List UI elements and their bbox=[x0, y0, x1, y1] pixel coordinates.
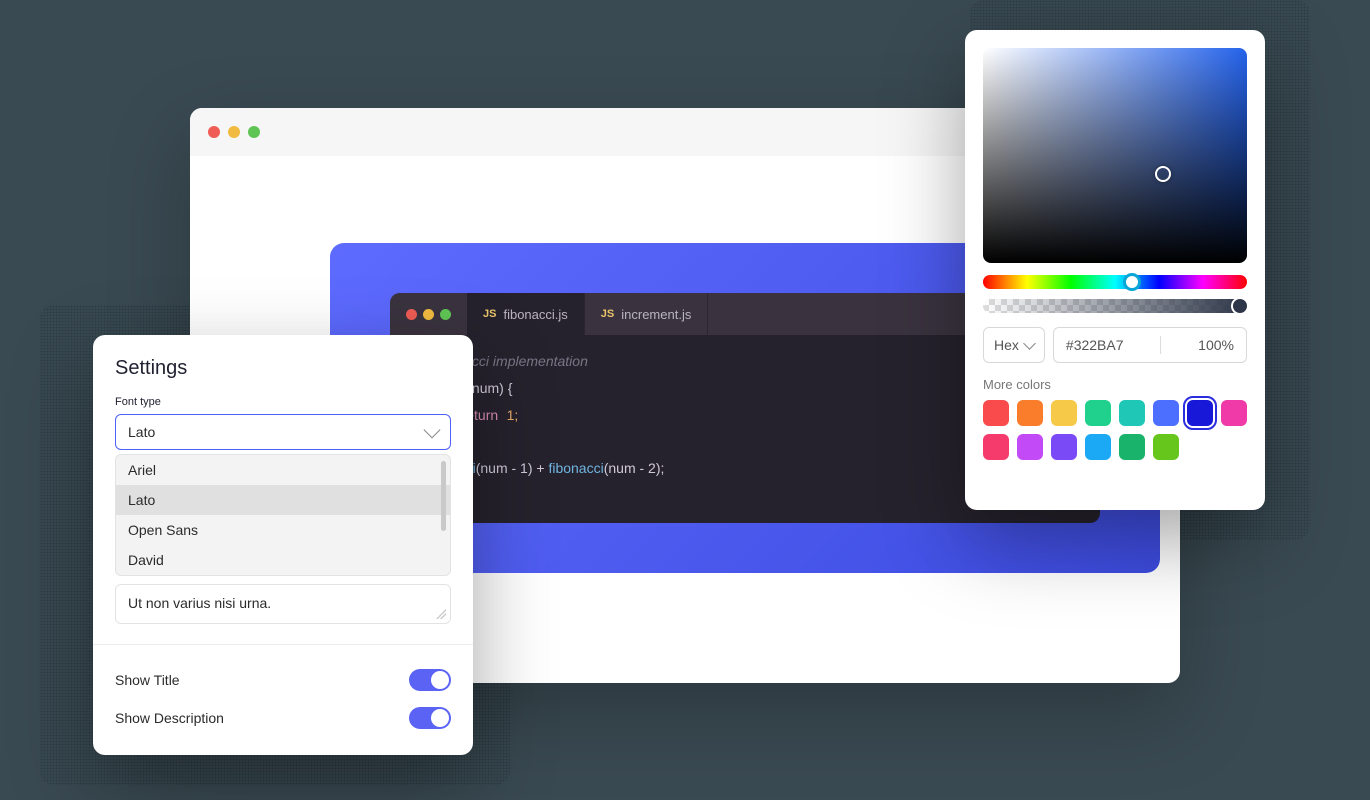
js-file-icon: JS bbox=[601, 308, 614, 320]
color-swatch[interactable] bbox=[983, 434, 1009, 460]
settings-title: Settings bbox=[115, 357, 451, 380]
color-swatch[interactable] bbox=[983, 400, 1009, 426]
font-type-label: Font type bbox=[115, 396, 451, 408]
saturation-handle[interactable] bbox=[1155, 166, 1171, 182]
alpha-slider[interactable] bbox=[983, 299, 1247, 313]
color-swatch[interactable] bbox=[1085, 434, 1111, 460]
tab-label: increment.js bbox=[621, 307, 691, 322]
saturation-field[interactable] bbox=[983, 48, 1247, 263]
color-swatch[interactable] bbox=[1153, 400, 1179, 426]
color-swatch[interactable] bbox=[1153, 434, 1179, 460]
editor-tabs: JS fibonacci.js JS increment.js bbox=[467, 293, 708, 335]
dropdown-value: Lato bbox=[128, 424, 155, 440]
font-options-list[interactable]: Ariel Lato Open Sans David bbox=[115, 454, 451, 576]
color-swatch[interactable] bbox=[1187, 400, 1213, 426]
hue-slider[interactable] bbox=[983, 275, 1247, 289]
hex-value: #322BA7 bbox=[1066, 337, 1124, 353]
js-file-icon: JS bbox=[483, 308, 496, 320]
color-swatch[interactable] bbox=[1119, 434, 1145, 460]
color-swatch[interactable] bbox=[1017, 434, 1043, 460]
font-option[interactable]: Open Sans bbox=[116, 515, 450, 545]
show-description-row: Show Description bbox=[115, 699, 451, 737]
divider bbox=[1160, 336, 1161, 354]
divider bbox=[93, 644, 473, 645]
tab-increment[interactable]: JS increment.js bbox=[585, 293, 709, 335]
opacity-value: 100% bbox=[1198, 337, 1234, 353]
hue-handle[interactable] bbox=[1123, 273, 1141, 291]
hex-input[interactable]: #322BA7 100% bbox=[1053, 327, 1247, 363]
font-dropdown[interactable]: Lato bbox=[115, 414, 451, 450]
font-option[interactable]: Lato bbox=[116, 485, 450, 515]
color-swatch[interactable] bbox=[1051, 400, 1077, 426]
font-option[interactable]: David bbox=[116, 545, 450, 575]
toggle-label: Show Description bbox=[115, 710, 224, 726]
show-title-toggle[interactable] bbox=[409, 669, 451, 691]
description-textarea[interactable]: Ut non varius nisi urna. bbox=[115, 584, 451, 624]
show-title-row: Show Title bbox=[115, 661, 451, 699]
color-format-dropdown[interactable]: Hex bbox=[983, 327, 1045, 363]
color-picker: Hex #322BA7 100% More colors bbox=[965, 30, 1265, 510]
color-swatch[interactable] bbox=[1119, 400, 1145, 426]
settings-panel: Settings Font type Lato Ariel Lato Open … bbox=[93, 335, 473, 755]
alpha-handle[interactable] bbox=[1231, 297, 1249, 315]
chevron-down-icon bbox=[424, 422, 441, 439]
minimize-icon[interactable] bbox=[423, 309, 434, 320]
tab-fibonacci[interactable]: JS fibonacci.js bbox=[467, 293, 585, 335]
color-swatch[interactable] bbox=[1221, 400, 1247, 426]
maximize-icon[interactable] bbox=[248, 126, 260, 138]
toggle-label: Show Title bbox=[115, 672, 180, 688]
font-option[interactable]: Ariel bbox=[116, 455, 450, 485]
tab-label: fibonacci.js bbox=[503, 307, 567, 322]
minimize-icon[interactable] bbox=[228, 126, 240, 138]
format-value: Hex bbox=[994, 337, 1019, 353]
chevron-down-icon bbox=[1023, 337, 1036, 350]
color-swatch[interactable] bbox=[1017, 400, 1043, 426]
close-icon[interactable] bbox=[208, 126, 220, 138]
color-swatch[interactable] bbox=[1085, 400, 1111, 426]
color-swatch[interactable] bbox=[1051, 434, 1077, 460]
more-colors-label: More colors bbox=[983, 377, 1247, 392]
color-value-row: Hex #322BA7 100% bbox=[983, 327, 1247, 363]
close-icon[interactable] bbox=[406, 309, 417, 320]
maximize-icon[interactable] bbox=[440, 309, 451, 320]
show-description-toggle[interactable] bbox=[409, 707, 451, 729]
color-swatches bbox=[983, 400, 1247, 460]
